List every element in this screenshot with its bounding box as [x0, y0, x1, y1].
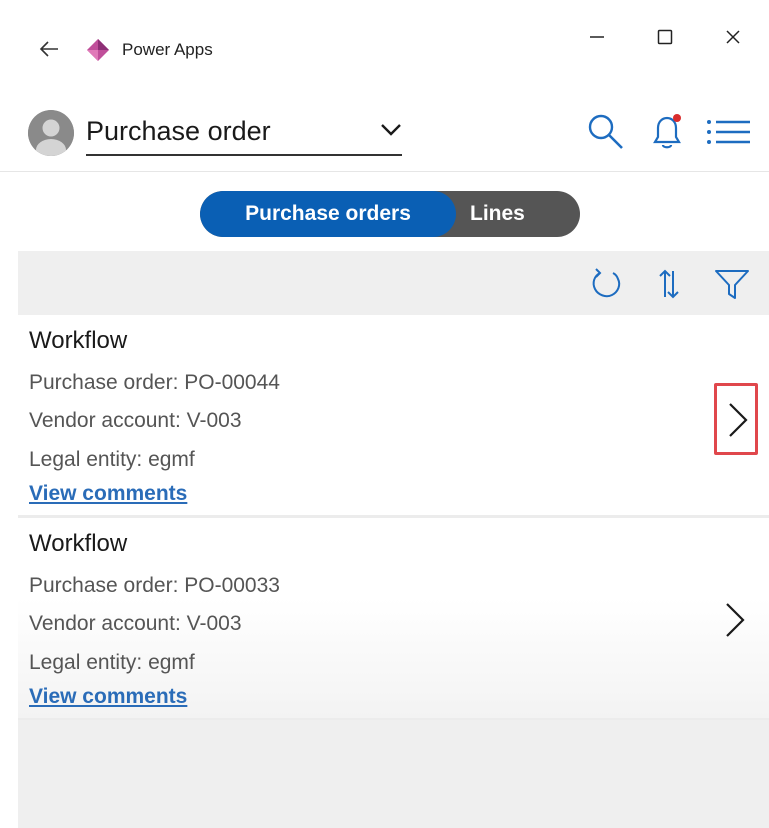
close-icon[interactable]: [718, 22, 748, 52]
vendor-account-value: Vendor account: V-003: [29, 612, 242, 635]
purchase-order-value: Purchase order: PO-00033: [29, 574, 280, 597]
app-title: Power Apps: [122, 40, 213, 59]
bell-icon[interactable]: [645, 110, 689, 154]
entity-dropdown[interactable]: Purchase order: [86, 108, 402, 156]
search-icon[interactable]: [584, 110, 628, 154]
minimize-icon[interactable]: [582, 22, 612, 52]
record-title: Workflow: [29, 327, 128, 354]
chevron-down-icon: [380, 122, 402, 138]
title-bar: Power Apps: [0, 0, 769, 90]
purchase-order-value: Purchase order: PO-00044: [29, 371, 280, 394]
records-list: Workflow Purchase order: PO-00044 Vendor…: [18, 315, 769, 721]
view-comments-link[interactable]: View comments: [29, 685, 187, 709]
list-item[interactable]: Workflow Purchase order: PO-00044 Vendor…: [18, 315, 769, 518]
avatar[interactable]: [28, 110, 74, 156]
app-header: Purchase order: [0, 90, 769, 172]
refresh-icon[interactable]: [588, 265, 626, 303]
empty-list-area: [18, 720, 769, 828]
filter-icon[interactable]: [712, 265, 750, 303]
list-item[interactable]: Workflow Purchase order: PO-00033 Vendor…: [18, 518, 769, 721]
view-comments-link[interactable]: View comments: [29, 482, 187, 506]
toggle-lines[interactable]: Lines: [456, 191, 580, 237]
entity-dropdown-label: Purchase order: [86, 116, 271, 146]
legal-entity-value: Legal entity: egmf: [29, 448, 195, 471]
sort-icon[interactable]: [650, 265, 688, 303]
power-apps-logo-icon: [86, 38, 110, 62]
view-toggle: Purchase orders Lines: [200, 191, 580, 237]
legal-entity-value: Legal entity: egmf: [29, 651, 195, 674]
back-arrow-icon[interactable]: [36, 37, 62, 61]
list-menu-icon[interactable]: [704, 110, 750, 154]
toggle-purchase-orders[interactable]: Purchase orders: [200, 191, 456, 237]
record-title: Workflow: [29, 530, 128, 557]
maximize-icon[interactable]: [650, 22, 680, 52]
chevron-right-icon[interactable]: [714, 383, 758, 455]
vendor-account-value: Vendor account: V-003: [29, 409, 242, 432]
chevron-right-icon[interactable]: [714, 586, 758, 658]
list-toolbar: [18, 251, 769, 315]
